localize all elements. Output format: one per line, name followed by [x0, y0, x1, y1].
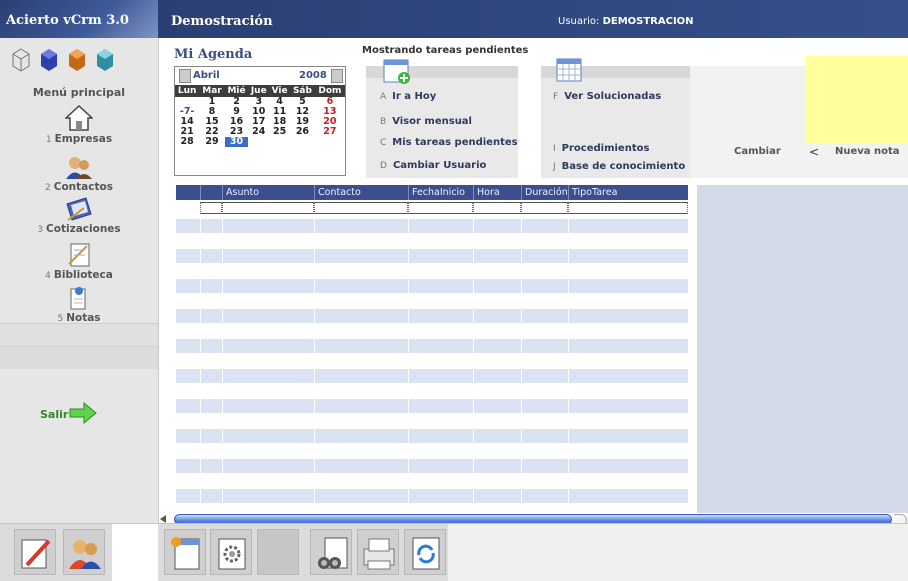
table-row[interactable]: [176, 459, 688, 473]
calendar-empty: [315, 137, 345, 147]
empty-button[interactable]: [257, 529, 299, 575]
printer-icon: [363, 538, 395, 570]
calendar-grid: Lun Mar Mié Jue Vie Sáb Dom 1 2 3 4 5 6 -7- 8 9 10 11 12 1…: [175, 85, 345, 147]
menu-item-empresas[interactable]: 1 Empresas: [0, 104, 158, 145]
mini-calendar: Abril 2008 Lun Mar Mié Jue Vie Sáb Dom 123456-…: [174, 66, 346, 176]
logout-label: Salir: [40, 408, 69, 421]
app-title-bar: Acierto vCrm 3.0: [0, 0, 158, 38]
calendar-day[interactable]: 27: [315, 127, 345, 137]
cambiar-link[interactable]: Cambiar: [734, 146, 781, 157]
col-asunto[interactable]: Asunto: [226, 187, 259, 198]
calendar-day[interactable]: 28: [175, 137, 199, 147]
house-icon: [65, 104, 93, 131]
calendar-month: Abril: [193, 70, 220, 81]
table-row[interactable]: [176, 219, 688, 233]
new-note-link[interactable]: Nueva nota: [835, 146, 900, 157]
detail-pane: [697, 185, 908, 522]
refresh-icon: [412, 537, 440, 570]
edit-pencil-icon: [21, 539, 51, 569]
table-row[interactable]: [176, 489, 688, 503]
scroll-left-arrow[interactable]: [160, 515, 166, 523]
calendar-empty: [269, 137, 290, 147]
link-ir-a-hoy[interactable]: A Ir a Hoy: [380, 91, 436, 102]
table-row[interactable]: [176, 399, 688, 413]
menu-item-biblioteca[interactable]: 4 Biblioteca: [0, 242, 158, 281]
col-duracion[interactable]: Duración: [525, 187, 568, 198]
contacts-icon: [66, 157, 92, 179]
col-hora[interactable]: Hora: [477, 187, 500, 198]
table-header: Asunto Contacto FechaInicio Hora Duració…: [176, 185, 688, 200]
user-info: Usuario: DEMOSTRACION: [558, 16, 694, 27]
print-button[interactable]: [357, 529, 399, 575]
sidebar: Acierto vCrm 3.0 Menú principal 1 Empresa…: [0, 0, 159, 523]
table-row[interactable]: [176, 309, 688, 323]
col-contacto[interactable]: Contacto: [318, 187, 361, 198]
menu-item-notas[interactable]: 5 Notas: [0, 285, 158, 324]
table-row[interactable]: [176, 369, 688, 383]
link-mis-tareas[interactable]: C Mis tareas pendientes: [380, 137, 518, 148]
edit-button[interactable]: [14, 529, 56, 575]
quick-actions-right: F Ver Solucionadas I Procedimientos J Base …: [541, 58, 690, 178]
calendar-header: Abril 2008: [175, 67, 345, 85]
gear-icon: [218, 538, 246, 570]
page-header: Demostración Usuario: DEMOSTRACION: [158, 0, 908, 38]
link-visor-mensual[interactable]: B Visor mensual: [380, 116, 472, 127]
new-document-icon: [171, 537, 200, 570]
month-spinner[interactable]: [179, 69, 191, 83]
filter-status: Mostrando tareas pendientes: [362, 45, 529, 56]
table-row[interactable]: [176, 339, 688, 353]
calendar-day[interactable]: 25: [269, 127, 290, 137]
calendar-empty: [248, 137, 269, 147]
arrow-right-icon: [69, 402, 97, 424]
outline-cube-icon[interactable]: [12, 48, 30, 72]
calendar-day[interactable]: 26: [290, 127, 315, 137]
calendar-empty: [290, 137, 315, 147]
link-base-conocimiento[interactable]: J Base de conocimiento: [553, 161, 685, 172]
sticky-note[interactable]: [806, 56, 908, 144]
calendar-view-icon[interactable]: [555, 56, 585, 84]
users-button[interactable]: [63, 529, 105, 575]
calendar-days: 1 2 3 4 5 6 -7- 8 9 10 11 12 13 14 15 16 17 18 19 20 21 22 23 2…: [175, 97, 345, 147]
quote-icon: [66, 197, 92, 221]
agenda-title: Mi Agenda: [174, 47, 253, 62]
blue-cube-icon[interactable]: [40, 48, 58, 72]
year-spinner[interactable]: [331, 69, 343, 83]
calendar-day[interactable]: 30: [224, 137, 249, 147]
table-row[interactable]: [176, 249, 688, 263]
refresh-button[interactable]: [404, 529, 446, 575]
link-procedimientos[interactable]: I Procedimientos: [553, 143, 649, 154]
menu-spacer: [0, 323, 158, 346]
app-title: Acierto vCrm 3.0: [6, 13, 129, 28]
quick-actions-left: A Ir a Hoy B Visor mensual C Mis tareas pen…: [366, 59, 518, 178]
logout-button[interactable]: Salir: [40, 402, 120, 424]
weekday-label: Lun: [175, 85, 200, 97]
orange-cube-icon[interactable]: [68, 48, 86, 72]
search-button[interactable]: [310, 529, 352, 575]
calendar-day[interactable]: 24: [248, 127, 269, 137]
library-icon: [68, 243, 90, 267]
binoculars-icon: [318, 537, 348, 569]
users-icon: [69, 540, 101, 569]
prev-note-button[interactable]: <: [809, 145, 819, 159]
col-tipotarea[interactable]: TipoTarea: [572, 187, 617, 198]
calendar-day[interactable]: 29: [199, 137, 224, 147]
link-cambiar-usuario[interactable]: D Cambiar Usuario: [380, 160, 486, 171]
link-ver-solucionadas[interactable]: F Ver Solucionadas: [553, 91, 661, 102]
table-row[interactable]: [176, 279, 688, 293]
new-task-icon[interactable]: [382, 56, 412, 84]
calendar-year: 2008: [299, 70, 327, 81]
table-edit-row[interactable]: [176, 202, 688, 215]
col-fechainicio[interactable]: FechaInicio: [412, 187, 465, 198]
menu-spacer: [0, 346, 158, 369]
new-document-button[interactable]: [164, 529, 206, 575]
settings-button[interactable]: [210, 529, 252, 575]
note-icon: [70, 287, 86, 310]
menu-item-contactos[interactable]: 2 Contactos: [0, 154, 158, 193]
page-title: Demostración: [171, 14, 273, 29]
teal-cube-icon[interactable]: [96, 48, 114, 72]
table-row[interactable]: [176, 429, 688, 443]
menu-heading: Menú principal: [32, 86, 126, 99]
bottom-toolbar: [0, 523, 908, 581]
menu-item-cotizaciones[interactable]: 3 Cotizaciones: [0, 196, 158, 235]
